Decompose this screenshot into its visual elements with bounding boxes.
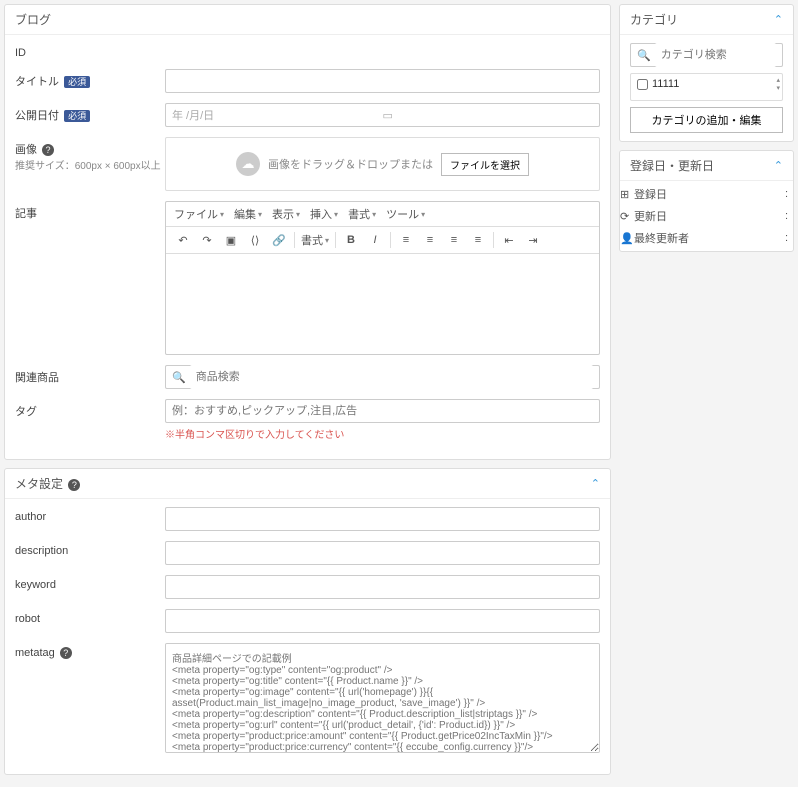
align-right-icon[interactable]: ≡ xyxy=(445,231,463,249)
updated-label: 更新日 xyxy=(634,208,785,224)
updated-row: ⟳ 更新日 : xyxy=(620,205,793,227)
category-search-input[interactable] xyxy=(655,43,776,67)
image-icon[interactable]: ▣ xyxy=(222,231,240,249)
label-tag: タグ xyxy=(15,399,165,419)
updater-value: : xyxy=(785,232,793,244)
dropzone-text: 画像をドラッグ＆ドロップまたは xyxy=(268,156,433,172)
keyword-input[interactable] xyxy=(165,575,600,599)
publish-date-input[interactable]: 年 /月/日 ▭ xyxy=(165,103,600,127)
meta-title: メタ設定 ? xyxy=(15,475,80,492)
align-justify-icon[interactable]: ≡ xyxy=(469,231,487,249)
label-publish-date: 公開日付 必須 xyxy=(15,103,165,123)
category-item[interactable]: 11111 xyxy=(637,78,776,90)
refresh-icon: ⟳ xyxy=(620,210,634,223)
collapse-toggle[interactable]: ⌃ xyxy=(774,159,783,172)
editor-menubar: ファイル▾ 編集▾ 表示▾ 挿入▾ 書式▾ ツール▾ xyxy=(166,202,599,227)
align-left-icon[interactable]: ≡ xyxy=(397,231,415,249)
created-value: : xyxy=(785,188,793,200)
plus-square-icon: ⊞ xyxy=(620,188,634,201)
undo-icon[interactable]: ↶ xyxy=(174,231,192,249)
collapse-toggle[interactable]: ⌃ xyxy=(591,477,600,490)
title-input[interactable] xyxy=(165,69,600,93)
category-label: 11111 xyxy=(652,78,679,90)
created-row: ⊞ 登録日 : xyxy=(620,183,793,205)
format-dropdown[interactable]: 書式▾ xyxy=(301,232,329,248)
dates-panel: 登録日・更新日 ⌃ ⊞ 登録日 : ⟳ 更新日 : 👤 最終更新者 : xyxy=(619,150,794,252)
label-metatag: metatag ? xyxy=(15,643,165,659)
meta-panel-header: メタ設定 ? ⌃ xyxy=(5,469,610,499)
rich-text-editor: ファイル▾ 編集▾ 表示▾ 挿入▾ 書式▾ ツール▾ ↶ ↷ ▣ xyxy=(165,201,600,355)
blog-title: ブログ xyxy=(15,11,51,28)
label-related: 関連商品 xyxy=(15,365,165,385)
label-robot: robot xyxy=(15,609,165,625)
file-select-button[interactable]: ファイルを選択 xyxy=(441,153,529,176)
metatag-textarea[interactable] xyxy=(165,643,600,753)
redo-icon[interactable]: ↷ xyxy=(198,231,216,249)
search-icon: 🔍 xyxy=(637,49,651,62)
label-image: 画像 ? 推奨サイズ：600px × 600px以上 xyxy=(15,137,165,172)
dates-panel-header: 登録日・更新日 ⌃ xyxy=(620,151,793,181)
author-input[interactable] xyxy=(165,507,600,531)
dates-title: 登録日・更新日 xyxy=(630,157,714,174)
help-icon[interactable]: ? xyxy=(60,647,72,659)
italic-icon[interactable]: I xyxy=(366,231,384,249)
label-id: ID xyxy=(15,43,165,59)
image-dropzone[interactable]: ☁ 画像をドラッグ＆ドロップまたは ファイルを選択 xyxy=(165,137,600,191)
category-list: 11111 ▴▾ xyxy=(630,73,783,101)
menu-format[interactable]: 書式▾ xyxy=(348,206,376,222)
search-icon: 🔍 xyxy=(172,371,186,384)
calendar-icon: ▭ xyxy=(383,109,594,122)
menu-file[interactable]: ファイル▾ xyxy=(174,206,224,222)
help-icon[interactable]: ? xyxy=(68,479,80,491)
help-icon[interactable]: ? xyxy=(42,144,54,156)
code-icon[interactable]: ⟨⟩ xyxy=(246,231,264,249)
tag-hint: ※半角コンマ区切りで入力してください xyxy=(165,426,600,441)
label-keyword: keyword xyxy=(15,575,165,591)
link-icon[interactable]: 🔗 xyxy=(270,231,288,249)
robot-input[interactable] xyxy=(165,609,600,633)
label-title: タイトル 必須 xyxy=(15,69,165,89)
outdent-icon[interactable]: ⇤ xyxy=(500,231,518,249)
blog-panel: ブログ ID タイトル 必須 公 xyxy=(4,4,611,460)
label-article: 記事 xyxy=(15,201,165,221)
label-author: author xyxy=(15,507,165,523)
category-panel: カテゴリ ⌃ 🔍 11111 ▴▾ カテゴリの追加・編集 xyxy=(619,4,794,142)
updater-row: 👤 最終更新者 : xyxy=(620,227,793,249)
updater-label: 最終更新者 xyxy=(634,230,785,246)
editor-toolbar: ↶ ↷ ▣ ⟨⟩ 🔗 書式▾ B I ≡ xyxy=(166,227,599,254)
indent-icon[interactable]: ⇥ xyxy=(524,231,542,249)
menu-edit[interactable]: 編集▾ xyxy=(234,206,262,222)
related-product-search[interactable]: 🔍 xyxy=(165,365,600,389)
tag-input[interactable] xyxy=(165,399,600,423)
updated-value: : xyxy=(785,210,793,222)
category-checkbox[interactable] xyxy=(637,79,648,90)
cloud-upload-icon: ☁ xyxy=(236,152,260,176)
category-search[interactable]: 🔍 xyxy=(630,43,783,67)
collapse-toggle[interactable]: ⌃ xyxy=(774,13,783,26)
menu-tools[interactable]: ツール▾ xyxy=(386,206,425,222)
description-input[interactable] xyxy=(165,541,600,565)
menu-insert[interactable]: 挿入▾ xyxy=(310,206,338,222)
scroll-arrows[interactable]: ▴▾ xyxy=(776,76,780,92)
category-panel-header: カテゴリ ⌃ xyxy=(620,5,793,35)
product-search-input[interactable] xyxy=(190,365,593,389)
category-edit-button[interactable]: カテゴリの追加・編集 xyxy=(630,107,783,133)
created-label: 登録日 xyxy=(634,186,785,202)
align-center-icon[interactable]: ≡ xyxy=(421,231,439,249)
required-badge: 必須 xyxy=(64,110,90,122)
bold-icon[interactable]: B xyxy=(342,231,360,249)
person-icon: 👤 xyxy=(620,232,634,245)
required-badge: 必須 xyxy=(64,76,90,88)
category-title: カテゴリ xyxy=(630,11,678,28)
menu-view[interactable]: 表示▾ xyxy=(272,206,300,222)
blog-panel-header: ブログ xyxy=(5,5,610,35)
label-description: description xyxy=(15,541,165,557)
meta-panel: メタ設定 ? ⌃ author description keyword xyxy=(4,468,611,775)
editor-content[interactable] xyxy=(166,254,599,354)
